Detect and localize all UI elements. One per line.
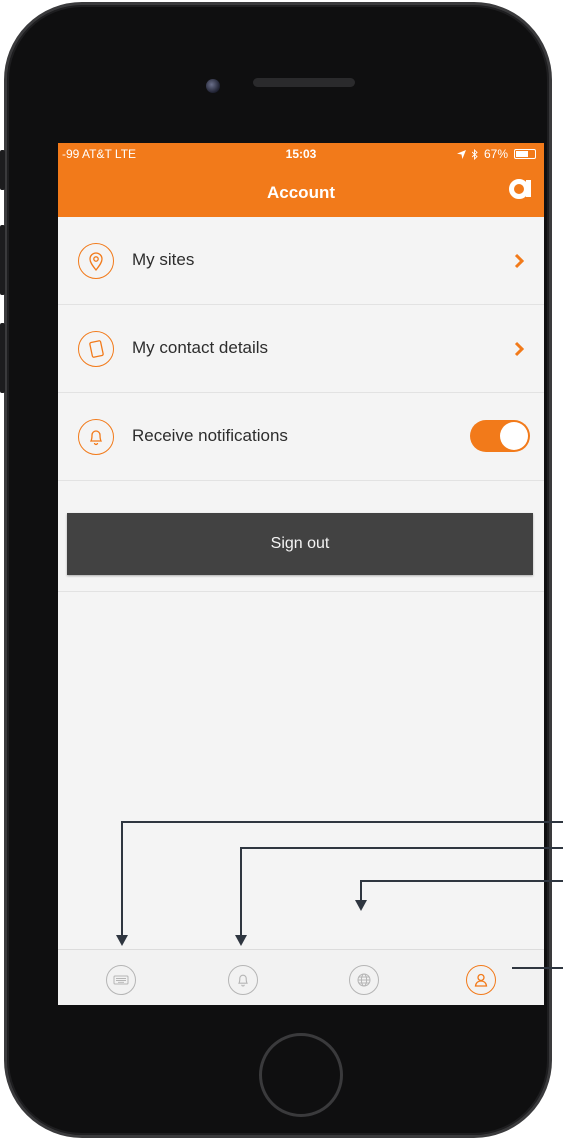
phone-device-icon	[78, 331, 114, 367]
tab-bar	[58, 949, 544, 1005]
user-icon[interactable]	[466, 965, 496, 995]
status-right-group: 67%	[456, 147, 536, 161]
bluetooth-icon	[471, 148, 478, 160]
location-arrow-icon	[456, 149, 466, 159]
location-pin-icon	[78, 243, 114, 279]
menu-item-contact-details[interactable]: My contact details	[58, 305, 544, 393]
app-screen: -99 AT&T LTE 15:03 67% Account My sites …	[58, 143, 544, 1005]
battery-icon	[514, 149, 536, 159]
status-bar: -99 AT&T LTE 15:03 67%	[58, 143, 544, 165]
bell-icon[interactable]	[228, 965, 258, 995]
home-button[interactable]	[259, 1033, 343, 1117]
battery-percent: 67%	[483, 147, 508, 161]
keyboard-icon[interactable]	[106, 965, 136, 995]
sign-out-button[interactable]: Sign out	[67, 513, 533, 575]
app-header: -99 AT&T LTE 15:03 67% Account	[58, 143, 544, 217]
mute-switch	[0, 150, 5, 190]
menu-item-notifications: Receive notifications	[58, 393, 544, 481]
toggle-knob	[500, 422, 528, 450]
volume-up-button	[0, 225, 5, 295]
menu-item-label: My contact details	[132, 338, 269, 357]
brand-a-logo-icon[interactable]	[508, 175, 534, 201]
chevron-right-icon	[514, 253, 524, 269]
page-title: Account	[267, 183, 335, 202]
chevron-right-icon	[514, 341, 524, 357]
menu-item-label: Receive notifications	[132, 426, 288, 445]
front-camera	[206, 79, 220, 93]
battery-fill	[516, 151, 528, 157]
earpiece-speaker	[253, 78, 355, 87]
volume-down-button	[0, 323, 5, 393]
notifications-toggle[interactable]	[470, 420, 530, 452]
globe-icon[interactable]	[349, 965, 379, 995]
section-divider	[58, 591, 544, 592]
menu-item-label: My sites	[132, 250, 195, 269]
menu-item-my-sites[interactable]: My sites	[58, 217, 544, 305]
bell-icon	[78, 419, 114, 455]
